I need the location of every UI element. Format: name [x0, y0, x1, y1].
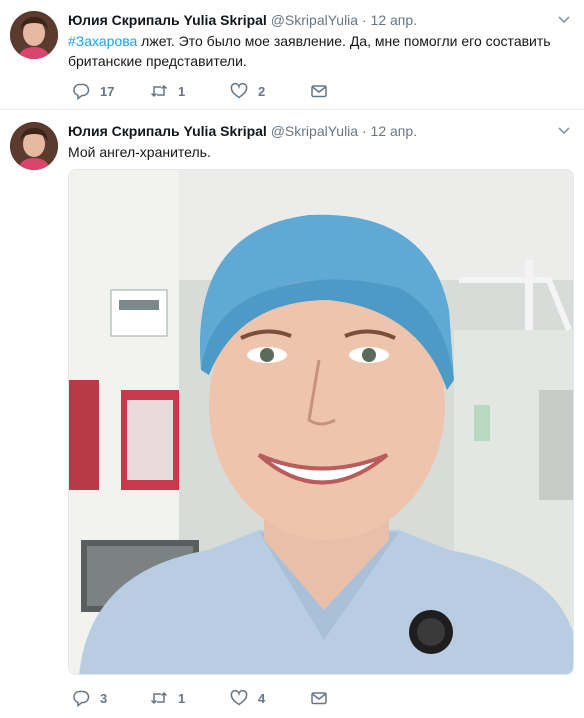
- heart-icon: [230, 689, 248, 706]
- tweet-header: Юлия Скрипаль Yulia Skripal @SkripalYuli…: [68, 122, 544, 140]
- reply-icon: [73, 83, 90, 100]
- chevron-down-icon[interactable]: [556, 123, 572, 139]
- username[interactable]: @SkripalYulia: [271, 123, 358, 139]
- like-button[interactable]: 4: [230, 688, 265, 708]
- direct-message-button[interactable]: [310, 688, 328, 708]
- timestamp[interactable]: 12 апр.: [371, 12, 418, 28]
- tweet[interactable]: Юлия Скрипаль Yulia Skripal @SkripalYuli…: [0, 0, 584, 110]
- retweet-button[interactable]: 1: [150, 688, 185, 708]
- separator: ·: [361, 123, 367, 139]
- tweet-photo[interactable]: [68, 169, 574, 675]
- tweet-header: Юлия Скрипаль Yulia Skripal @SkripalYuli…: [68, 11, 544, 29]
- retweet-icon: [150, 84, 168, 98]
- hashtag-link[interactable]: #Захарова: [68, 33, 137, 49]
- reply-button[interactable]: 3: [72, 688, 107, 708]
- username[interactable]: @SkripalYulia: [271, 12, 358, 28]
- tweet-actions: 3 1 4: [68, 688, 368, 708]
- retweet-button[interactable]: 1: [150, 81, 185, 101]
- retweet-count: 1: [178, 690, 186, 706]
- direct-message-button[interactable]: [310, 81, 328, 101]
- tweet-body: лжет. Это было мое заявление. Да, мне по…: [68, 33, 551, 69]
- chevron-down-icon[interactable]: [556, 12, 572, 28]
- retweet-icon: [150, 691, 168, 705]
- envelope-icon: [311, 85, 327, 98]
- fullname[interactable]: Юлия Скрипаль Yulia Skripal: [68, 123, 267, 139]
- reply-button[interactable]: 17: [72, 81, 114, 101]
- tweet-text: Мой ангел-хранитель.: [68, 144, 211, 160]
- tweet-actions: 17 1 2: [68, 81, 368, 101]
- heart-icon: [230, 82, 248, 99]
- tweet[interactable]: Юлия Скрипаль Yulia Skripal @SkripalYuli…: [0, 111, 584, 718]
- fullname[interactable]: Юлия Скрипаль Yulia Skripal: [68, 12, 267, 28]
- avatar[interactable]: [10, 11, 58, 59]
- tweet-text: #Захарова лжет. Это было мое заявление. …: [68, 31, 568, 71]
- retweet-count: 1: [178, 83, 186, 99]
- timestamp[interactable]: 12 апр.: [371, 123, 418, 139]
- separator: ·: [361, 12, 367, 28]
- envelope-icon: [311, 692, 327, 705]
- avatar[interactable]: [10, 122, 58, 170]
- reply-count: 17: [100, 83, 115, 99]
- like-button[interactable]: 2: [230, 81, 265, 101]
- reply-count: 3: [100, 690, 108, 706]
- like-count: 2: [258, 83, 266, 99]
- reply-icon: [73, 690, 90, 707]
- like-count: 4: [258, 690, 266, 706]
